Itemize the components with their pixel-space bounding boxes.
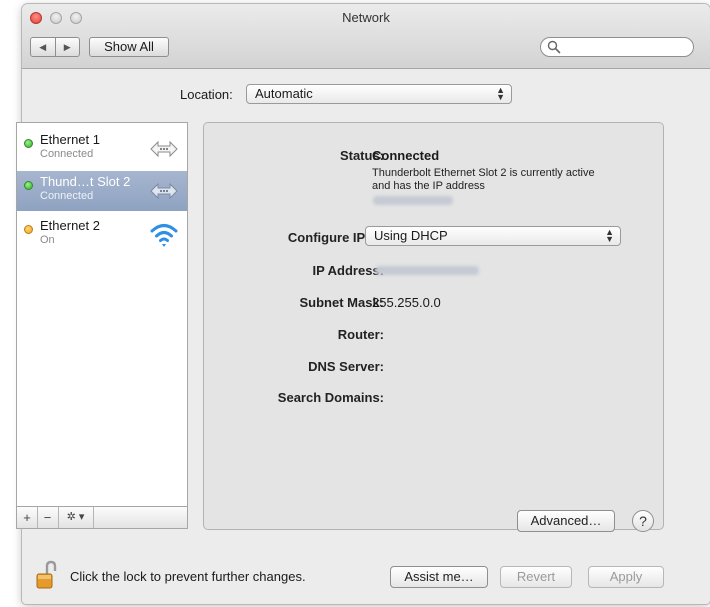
search-icon [547,40,561,54]
location-value: Automatic [255,86,313,101]
search-domains-label: Search Domains: [277,390,384,405]
help-button[interactable]: ? [632,510,654,532]
back-button[interactable]: ◀ [31,38,56,56]
show-all-button[interactable]: Show All [89,37,169,57]
title-bar: Network ◀ ▶ Show All [22,4,710,69]
configure-ipv4-value: Using DHCP [374,228,448,243]
service-name: Ethernet 1 [40,132,100,147]
dns-server-label: DNS Server: [308,359,384,374]
status-value: Connected [372,148,440,163]
location-label: Location: [180,87,233,102]
remove-service-button[interactable]: − [37,507,59,528]
apply-button[interactable]: Apply [588,566,664,588]
lock-icon[interactable] [36,560,58,590]
service-item-thunderbolt-slot-2[interactable]: Thund…t Slot 2 Connected [17,171,187,211]
location-popup[interactable]: Automatic ▲ ▼ [246,84,512,104]
service-list-toolbar: + − ✲ ▾ [16,507,188,529]
advanced-button[interactable]: Advanced… [517,510,615,532]
service-status: Connected [40,190,94,202]
status-dot-green-icon [24,181,33,190]
ip-address-value-redacted [375,266,479,275]
popup-arrows-icon: ▲ ▼ [496,85,505,102]
configure-ipv4-popup[interactable]: Using DHCP ▲ ▼ [365,226,621,246]
forward-button[interactable]: ▶ [56,38,80,56]
ethernet-arrows-icon [150,182,178,200]
service-name: Thund…t Slot 2 [40,174,131,189]
assist-me-button[interactable]: Assist me… [390,566,488,588]
service-name: Ethernet 2 [40,218,100,233]
service-item-ethernet-2[interactable]: Ethernet 2 On [17,215,187,255]
popup-arrows-icon: ▲ ▼ [605,227,614,244]
subnet-mask-value: 255.255.0.0 [372,295,441,310]
service-status: On [40,234,55,246]
service-status: Connected [40,148,94,160]
status-dot-yellow-icon [24,225,33,234]
action-gear-menu-button[interactable]: ✲ ▾ [58,507,94,528]
service-item-ethernet-1[interactable]: Ethernet 1 Connected [17,129,187,169]
status-description: Thunderbolt Ethernet Slot 2 is currently… [372,167,595,192]
back-forward-control: ◀ ▶ [30,37,80,57]
status-dot-green-icon [24,139,33,148]
search-input[interactable] [540,37,694,57]
wifi-icon [150,224,178,247]
window-title: Network [342,10,390,25]
lock-message: Click the lock to prevent further change… [70,569,306,584]
ip-address-redacted [373,196,453,205]
add-service-button[interactable]: + [17,507,38,528]
router-label: Router: [337,327,384,342]
ethernet-arrows-icon [150,140,178,158]
ip-address-label: IP Address: [312,263,384,278]
revert-button[interactable]: Revert [500,566,572,588]
service-list: Ethernet 1 Connected Thund…t Slot 2 Conn… [16,122,188,507]
